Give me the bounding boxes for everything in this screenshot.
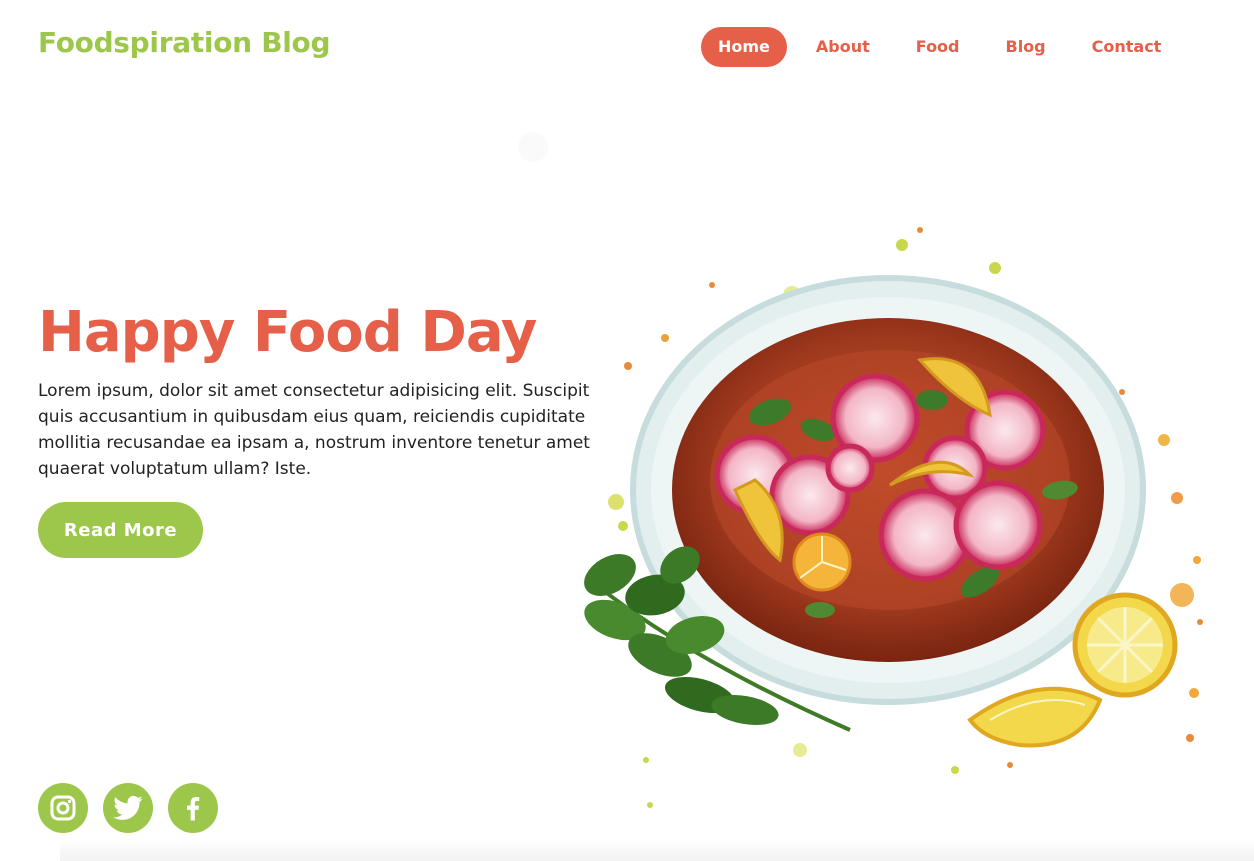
facebook-link[interactable]	[168, 783, 218, 833]
hero-text: Lorem ipsum, dolor sit amet consectetur …	[38, 381, 590, 479]
social-links	[38, 783, 233, 833]
twitter-icon	[113, 795, 143, 820]
nav-contact[interactable]: Contact	[1075, 27, 1179, 67]
facebook-icon	[187, 797, 200, 821]
nav-food[interactable]: Food	[899, 27, 977, 67]
decorative-dot	[518, 132, 548, 162]
main-nav: Home About Food Blog Contact	[701, 27, 1190, 67]
instagram-icon	[50, 795, 76, 821]
nav-home[interactable]: Home	[701, 27, 787, 67]
food-bowl-illustration	[584, 227, 1203, 808]
hero-title: Happy Food Day	[38, 300, 537, 365]
brand-logo[interactable]: Foodspiration Blog	[38, 26, 331, 59]
nav-blog[interactable]: Blog	[989, 27, 1063, 67]
twitter-link[interactable]	[103, 783, 153, 833]
bottom-shadow	[60, 839, 1254, 861]
nav-about[interactable]: About	[799, 27, 887, 67]
instagram-link[interactable]	[38, 783, 88, 833]
read-more-button[interactable]: Read More	[38, 502, 203, 558]
